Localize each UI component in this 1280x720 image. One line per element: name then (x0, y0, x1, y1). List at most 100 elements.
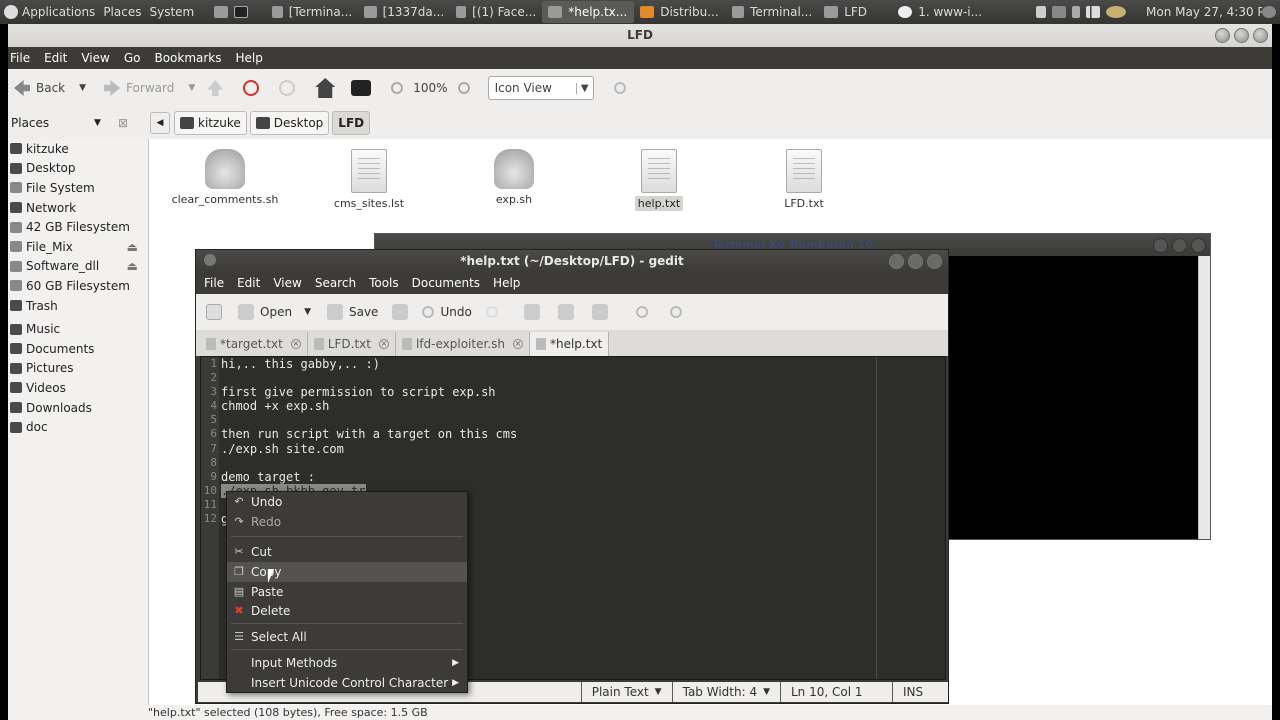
launcher-icon[interactable] (234, 6, 249, 18)
sidebar-item-desktop[interactable]: Desktop (8, 159, 144, 179)
computer-icon[interactable] (351, 80, 372, 96)
code-line[interactable] (221, 456, 871, 470)
search-icon[interactable] (613, 82, 626, 94)
paste-icon[interactable] (591, 304, 608, 320)
signal-icon[interactable] (1086, 6, 1100, 18)
network-icon[interactable] (1106, 6, 1126, 18)
chevron-down-icon[interactable]: ▼ (79, 83, 86, 93)
sidebar-item-file-mix[interactable]: File_Mix ⏏ (8, 237, 144, 257)
view-mode-select[interactable]: Icon View ▼ (487, 76, 594, 100)
menu-edit[interactable]: Edit (44, 51, 67, 65)
code-line[interactable]: hi,.. this gabby,.. :) (221, 357, 871, 371)
close-button[interactable] (927, 254, 942, 269)
close-sidebar-icon[interactable]: ⊠ (118, 116, 150, 130)
cut-icon[interactable] (523, 304, 540, 320)
task-button[interactable]: [(1) Face... (450, 1, 542, 23)
file-item[interactable]: clear_comments.sh (165, 149, 285, 206)
breadcrumb-desktop[interactable]: Desktop (249, 111, 330, 135)
close-icon[interactable]: × (378, 339, 389, 349)
close-button[interactable] (1253, 28, 1268, 43)
chevron-down-icon[interactable]: ▼ (188, 83, 195, 93)
minimize-button[interactable] (1215, 28, 1230, 43)
file-item[interactable]: cms_sites.lst (309, 149, 429, 210)
sidebar-item-file-system[interactable]: File System (8, 178, 144, 198)
task-button[interactable]: *help.tx... (542, 1, 635, 23)
copy-icon[interactable] (557, 304, 574, 320)
maximize-button[interactable] (908, 254, 923, 269)
menu-go[interactable]: Go (124, 51, 141, 65)
chevron-down-icon[interactable]: ▼ (304, 307, 311, 317)
eject-icon[interactable]: ⏏ (127, 240, 138, 254)
places-label[interactable]: Places (8, 116, 94, 130)
sidebar-item-pictures[interactable]: Pictures (8, 359, 144, 379)
menu-view[interactable]: View (273, 276, 301, 290)
eject-icon[interactable]: ⏏ (127, 259, 138, 273)
menu-item-paste[interactable]: ▤ Paste (227, 582, 467, 602)
code-line[interactable] (221, 413, 871, 427)
applications-menu[interactable]: Applications (0, 0, 99, 24)
task-button[interactable]: Distribu... (634, 1, 726, 23)
code-line[interactable]: chmod +x exp.sh (221, 399, 871, 413)
usb-icon[interactable] (1052, 6, 1066, 18)
menu-item-input-methods[interactable]: Input Methods ▶ (227, 653, 467, 673)
tab-help-txt[interactable]: *help.txt (529, 332, 610, 356)
sidebar-item-trash[interactable]: Trash (8, 296, 144, 316)
minimize-button[interactable] (1153, 238, 1168, 253)
power-icon[interactable] (1262, 6, 1276, 18)
file-item[interactable]: LFD.txt (744, 149, 864, 210)
window-menu-button[interactable] (204, 254, 216, 266)
menu-item-select-all[interactable]: ☰ Select All (227, 627, 467, 647)
forward-button[interactable]: Forward ▼ (98, 73, 201, 103)
print-icon[interactable] (392, 304, 409, 320)
minimize-button[interactable] (889, 254, 904, 269)
task-button[interactable]: [1337da... (358, 1, 450, 23)
code-line[interactable] (221, 371, 871, 385)
sidebar-item-videos[interactable]: Videos (8, 378, 144, 398)
chevron-down-icon[interactable]: ▼ (94, 118, 118, 128)
save-button[interactable]: Save (321, 297, 384, 327)
up-arrow-icon[interactable] (207, 80, 224, 96)
sidebar-item-downloads[interactable]: Downloads (8, 398, 144, 418)
open-button[interactable]: Open ▼ (232, 297, 317, 327)
find-icon[interactable] (635, 306, 648, 318)
sidebar-item-music[interactable]: Music (8, 319, 144, 339)
launcher-icon[interactable] (214, 6, 229, 18)
menu-item-insert-unicode[interactable]: Insert Unicode Control Character ▶ (227, 673, 467, 693)
sidebar-item-60-gb-filesystem[interactable]: 60 GB Filesystem (8, 276, 144, 296)
maximize-button[interactable] (1234, 28, 1249, 43)
stop-icon[interactable] (243, 80, 260, 96)
menu-search[interactable]: Search (315, 276, 356, 290)
menu-tools[interactable]: Tools (369, 276, 399, 290)
menu-item-redo[interactable]: ↷ Redo (227, 512, 467, 532)
tab-lfd-txt[interactable]: LFD.txt × (308, 332, 396, 356)
places-menu[interactable]: Places (99, 0, 145, 24)
tab-target-txt[interactable]: *target.txt × (200, 332, 308, 356)
path-back-button[interactable]: ◀ (150, 112, 170, 134)
zoom-in-icon[interactable] (457, 82, 470, 94)
zoom-level[interactable]: 100% (409, 81, 451, 95)
undo-button[interactable]: Undo (416, 297, 477, 327)
close-button[interactable] (1191, 238, 1206, 253)
close-icon[interactable]: × (290, 339, 301, 349)
tab-lfd-exploiter-sh[interactable]: lfd-exploiter.sh × (396, 332, 530, 356)
menu-item-delete[interactable]: ✖ Delete (227, 601, 467, 621)
sidebar-item-doc[interactable]: doc (8, 417, 144, 437)
system-menu[interactable]: System (145, 0, 198, 24)
code-line[interactable]: then run script with a target on this cm… (221, 427, 871, 441)
menu-edit[interactable]: Edit (237, 276, 260, 290)
menu-view[interactable]: View (81, 51, 109, 65)
clock[interactable]: Mon May 27, 4:30 PM (1142, 0, 1262, 24)
breadcrumb-kitzuke[interactable]: kitzuke (174, 111, 247, 135)
task-button[interactable]: [Termina... (266, 1, 358, 23)
file-item[interactable]: exp.sh (454, 149, 574, 206)
bluetooth-icon[interactable] (1072, 6, 1080, 18)
menu-help[interactable]: Help (236, 51, 263, 65)
menu-documents[interactable]: Documents (412, 276, 480, 290)
menu-item-undo[interactable]: ↶ Undo (227, 492, 467, 512)
tab-width-select[interactable]: Tab Width: 4 ▼ (671, 682, 780, 702)
back-button[interactable]: Back ▼ (8, 73, 92, 103)
breadcrumb-lfd[interactable]: LFD (332, 111, 371, 135)
reload-icon[interactable] (279, 80, 296, 96)
syntax-select[interactable]: Plain Text ▼ (580, 682, 672, 702)
menu-bookmarks[interactable]: Bookmarks (154, 51, 221, 65)
